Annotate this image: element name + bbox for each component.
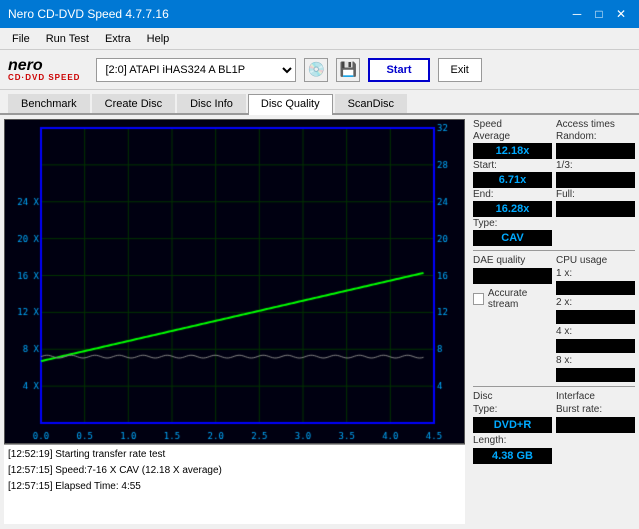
tab-create-disc[interactable]: Create Disc [92,94,175,113]
exit-button[interactable]: Exit [438,58,482,82]
speed-end-label: End: [473,189,552,200]
toolbar: nero CD·DVD SPEED [2:0] ATAPI iHAS324 A … [0,50,639,90]
menu-bar: File Run Test Extra Help [0,28,639,50]
speed-start-label: Start: [473,160,552,171]
access-onethird-value [556,172,635,188]
access-times-title: Access times [556,119,635,130]
title-bar: Nero CD-DVD Speed 4.7.7.16 ─ □ ✕ [0,0,639,28]
accurate-stream-row: Accurate stream [473,288,552,310]
access-full-value [556,201,635,217]
logo-sub-text: CD·DVD SPEED [8,74,80,82]
cpu-4x-label: 4 x: [556,326,635,337]
stats-bottom-row: Disc Type: DVD+R Length: 4.38 GB Interfa… [473,391,635,464]
disc-length-value: 4.38 GB [473,448,552,464]
accurate-stream-label: Accurate stream [488,288,552,310]
dae-title: DAE quality [473,255,552,266]
disc-type-value: DVD+R [473,417,552,433]
tab-disc-quality[interactable]: Disc Quality [248,94,333,115]
cpu-2x-label: 2 x: [556,297,635,308]
maximize-button[interactable]: □ [589,4,609,24]
window-title: Nero CD-DVD Speed 4.7.7.16 [8,7,169,21]
access-random-label: Random: [556,131,635,142]
divider-2 [473,386,635,387]
tab-bar: Benchmark Create Disc Disc Info Disc Qua… [0,90,639,115]
cpu-2x-value [556,310,635,324]
window-controls: ─ □ ✕ [567,4,631,24]
disc-icon-button[interactable]: 💿 [304,58,328,82]
disc-length-label: Length: [473,435,552,446]
menu-help[interactable]: Help [139,31,178,47]
speed-type-value: CAV [473,230,552,246]
main-content: [12:52:19] Starting transfer rate test [… [0,115,639,528]
cpu-1x-label: 1 x: [556,268,635,279]
dae-column: DAE quality Accurate stream [473,255,552,382]
log-line-2: [12:57:15] Speed:7-16 X CAV (12.18 X ave… [8,463,461,479]
speed-start-value: 6.71x [473,172,552,188]
access-full-label: Full: [556,189,635,200]
menu-extra[interactable]: Extra [97,31,139,47]
speed-end-value: 16.28x [473,201,552,217]
speed-average-value: 12.18x [473,143,552,159]
stats-middle-row: DAE quality Accurate stream CPU usage 1 … [473,255,635,382]
chart-container [4,119,465,444]
stats-top-row: Speed Average 12.18x Start: 6.71x End: 1… [473,119,635,246]
log-section: [12:52:19] Starting transfer rate test [… [4,444,465,524]
save-icon-button[interactable]: 💾 [336,58,360,82]
chart-section: [12:52:19] Starting transfer rate test [… [0,115,469,528]
accurate-stream-checkbox[interactable] [473,293,484,305]
tab-benchmark[interactable]: Benchmark [8,94,90,113]
speed-chart [5,120,464,443]
access-times-column: Access times Random: 1/3: Full: [556,119,635,246]
access-times-group: Access times Random: 1/3: Full: [556,119,635,217]
cpu-1x-value [556,281,635,295]
minimize-button[interactable]: ─ [567,4,587,24]
disc-column: Disc Type: DVD+R Length: 4.38 GB [473,391,552,464]
cpu-8x-label: 8 x: [556,355,635,366]
cpu-8x-value [556,368,635,382]
access-random-value [556,143,635,159]
disc-type-label: Type: [473,404,552,415]
log-line-1: [12:52:19] Starting transfer rate test [8,447,461,463]
dae-value [473,268,552,284]
cpu-title: CPU usage [556,255,635,266]
interface-column: Interface Burst rate: [556,391,635,464]
menu-file[interactable]: File [4,31,38,47]
cpu-column: CPU usage 1 x: 2 x: 4 x: 8 x: [556,255,635,382]
speed-title: Speed [473,119,552,130]
close-button[interactable]: ✕ [611,4,631,24]
divider-1 [473,250,635,251]
cpu-4x-value [556,339,635,353]
app-logo: nero CD·DVD SPEED [8,58,80,82]
tab-disc-info[interactable]: Disc Info [177,94,246,113]
logo-nero-text: nero [8,58,80,74]
burst-rate-label: Burst rate: [556,404,635,415]
access-onethird-label: 1/3: [556,160,635,171]
disc-type-header: Disc [473,391,552,402]
speed-average-label: Average [473,131,552,142]
drive-dropdown[interactable]: [2:0] ATAPI iHAS324 A BL1P [96,58,296,82]
speed-column: Speed Average 12.18x Start: 6.71x End: 1… [473,119,552,246]
tab-scan-disc[interactable]: ScanDisc [335,94,407,113]
menu-run-test[interactable]: Run Test [38,31,97,47]
speed-type-label: Type: [473,218,552,229]
stats-panel: Speed Average 12.18x Start: 6.71x End: 1… [469,115,639,528]
speed-group: Speed Average 12.18x Start: 6.71x End: 1… [473,119,552,246]
burst-rate-value [556,417,635,433]
start-button[interactable]: Start [368,58,429,82]
interface-title: Interface [556,391,635,402]
log-line-3: [12:57:15] Elapsed Time: 4:55 [8,479,461,495]
